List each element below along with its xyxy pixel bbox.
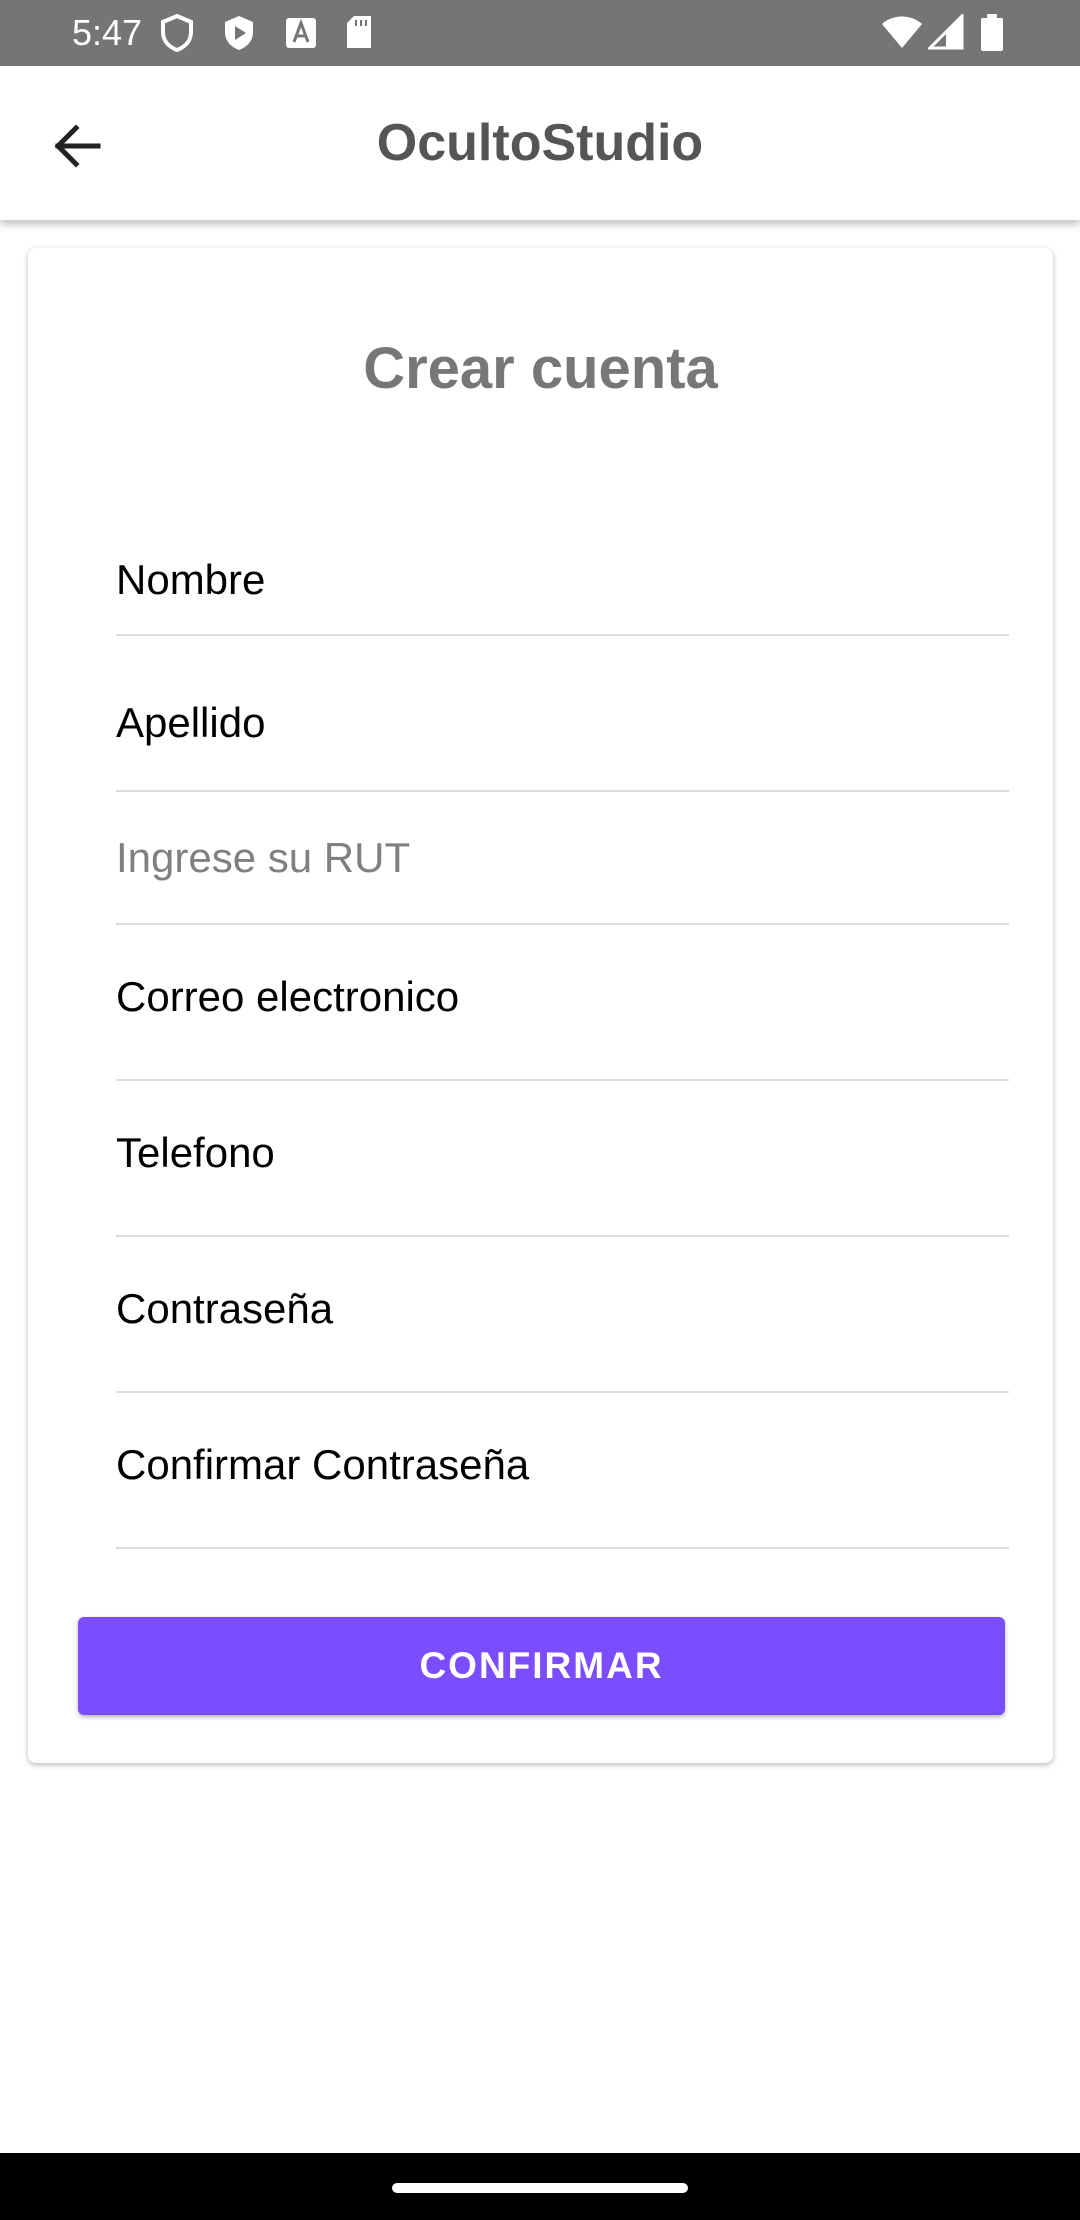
signal-icon	[928, 14, 964, 50]
password-field[interactable]: Contraseña	[116, 1237, 1009, 1393]
confirm-password-field-text: Confirmar Contraseña	[116, 1441, 530, 1488]
signup-card: Crear cuenta Nombre Apellido Ingrese su …	[28, 248, 1053, 1763]
apellido-field[interactable]: Apellido	[116, 636, 1009, 792]
status-bar: 5:47	[0, 0, 1080, 66]
nombre-field[interactable]: Nombre	[116, 510, 1009, 636]
navigation-bar	[0, 2153, 1080, 2220]
sd-card-icon	[344, 14, 374, 52]
telefono-field[interactable]: Telefono	[116, 1081, 1009, 1237]
password-field-text: Contraseña	[116, 1285, 334, 1332]
wifi-icon	[880, 14, 924, 50]
play-store-icon	[222, 14, 256, 52]
telefono-field-text: Telefono	[116, 1129, 275, 1176]
confirm-password-field[interactable]: Confirmar Contraseña	[116, 1393, 1009, 1549]
font-icon	[284, 14, 318, 52]
status-time: 5:47	[72, 12, 143, 53]
battery-icon	[980, 14, 1004, 52]
email-field-text: Correo electronico	[116, 973, 460, 1020]
confirm-button[interactable]: CONFIRMAR	[78, 1617, 1005, 1715]
rut-field-placeholder: Ingrese su RUT	[116, 834, 411, 881]
form-title: Crear cuenta	[363, 336, 718, 401]
apellido-field-text: Apellido	[116, 699, 266, 746]
app-bar: OcultoStudio	[0, 66, 1080, 220]
rut-field[interactable]: Ingrese su RUT	[116, 792, 1009, 925]
app-title: OcultoStudio	[376, 114, 704, 172]
shield-icon	[160, 14, 194, 52]
email-field[interactable]: Correo electronico	[116, 925, 1009, 1081]
home-gesture-handle[interactable]	[392, 2183, 688, 2193]
nombre-field-text: Nombre	[116, 556, 266, 603]
